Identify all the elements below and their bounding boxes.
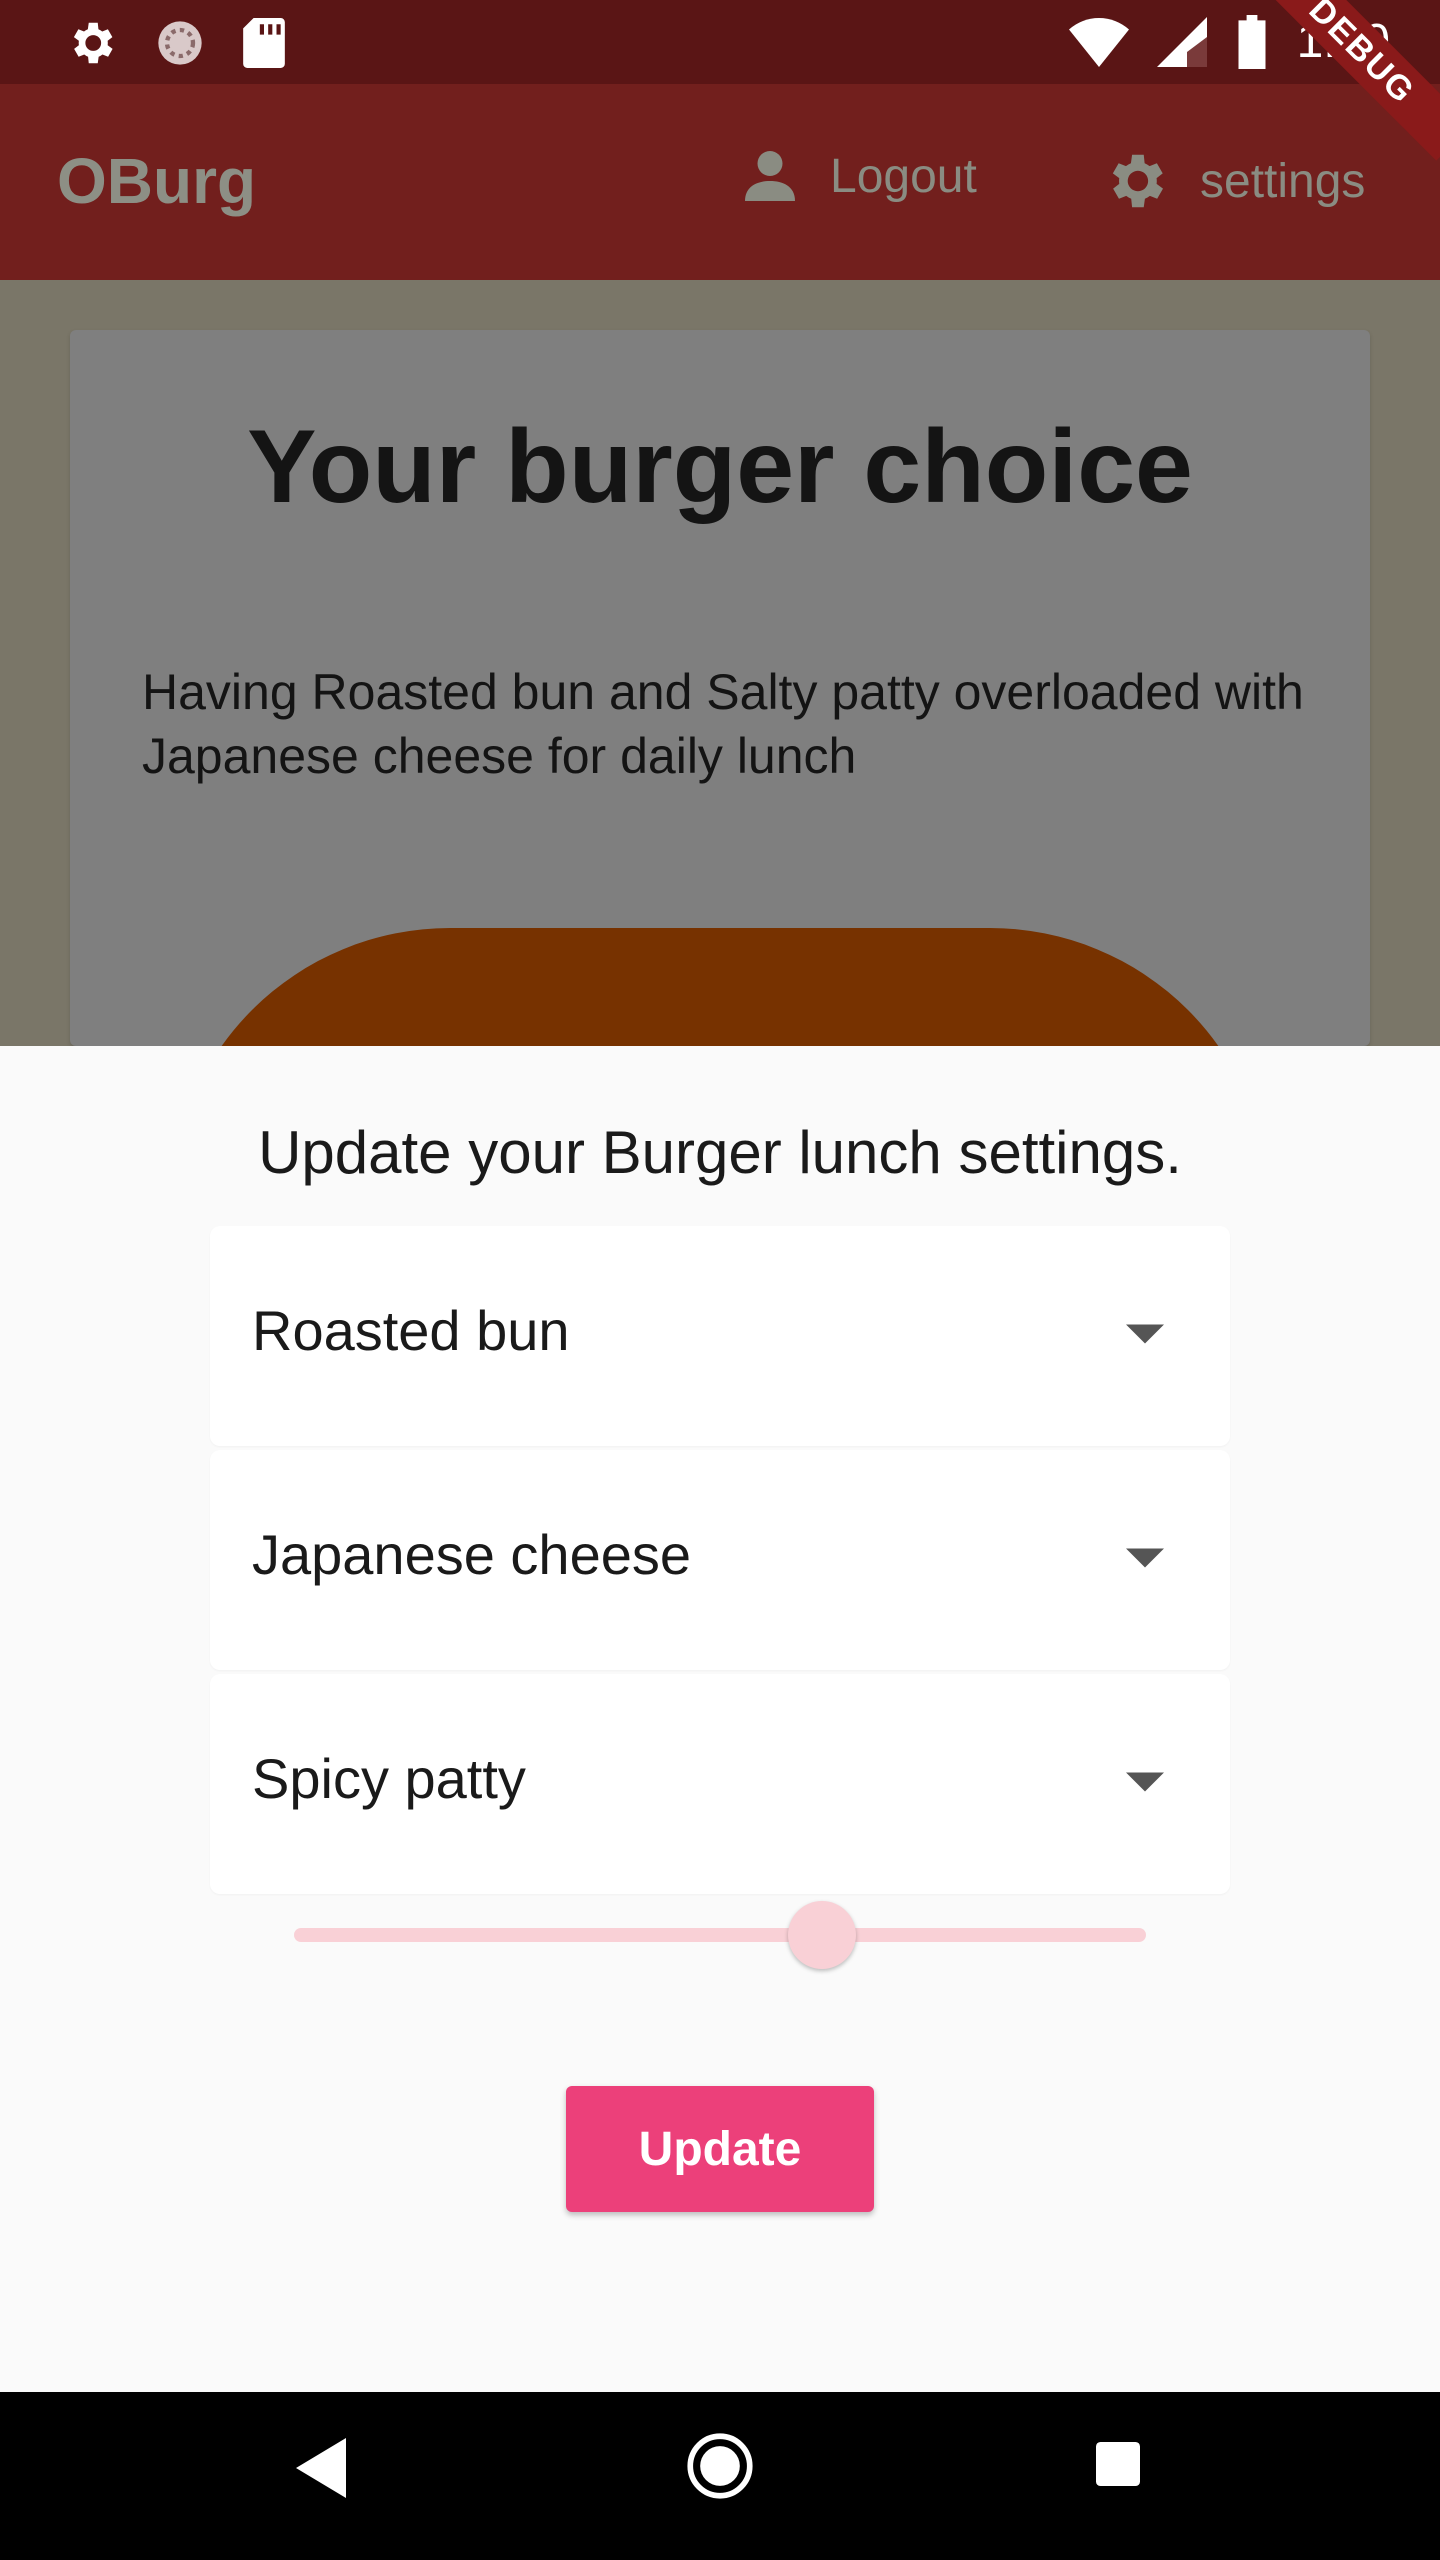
- status-bar: 1:00: [0, 0, 1440, 84]
- cheese-dropdown-value: Japanese cheese: [252, 1523, 692, 1586]
- card-description: Having Roasted bun and Salty patty overl…: [142, 664, 1304, 784]
- lunch-slider-thumb[interactable]: [788, 1901, 857, 1969]
- app-bar: OBurg Logout settings: [0, 84, 1440, 280]
- patty-dropdown-value: Spicy patty: [252, 1747, 526, 1810]
- back-icon[interactable]: [296, 2438, 346, 2498]
- recents-icon[interactable]: [1096, 2442, 1140, 2486]
- settings-button[interactable]: settings: [1100, 146, 1365, 216]
- bun-dropdown[interactable]: Roasted bun: [210, 1226, 1230, 1446]
- status-left-icons: [64, 16, 286, 70]
- loading-icon: [158, 21, 202, 65]
- gear-icon: [1112, 154, 1163, 208]
- sheet-title: Update your Burger lunch settings.: [258, 1119, 1182, 1186]
- burger-bun-image: [170, 928, 1270, 1046]
- cheese-dropdown[interactable]: Japanese cheese: [210, 1450, 1230, 1670]
- update-button[interactable]: Update: [566, 2086, 874, 2212]
- bun-dropdown-value: Roasted bun: [252, 1299, 570, 1362]
- gear-icon: [73, 22, 113, 64]
- settings-label: settings: [1200, 154, 1366, 208]
- signal-icon: [1156, 16, 1207, 67]
- dropdown-arrow-icon: [1126, 1548, 1164, 1568]
- app-title: OBurg: [57, 145, 257, 217]
- home-icon[interactable]: [686, 2432, 754, 2500]
- dropdown-arrow-icon: [1126, 1772, 1164, 1792]
- dropdown-arrow-icon: [1126, 1324, 1164, 1344]
- wifi-icon: [1068, 17, 1129, 67]
- logout-label: Logout: [830, 149, 977, 203]
- sd-card-icon: [243, 18, 285, 68]
- card-title: Your burger choice: [247, 409, 1193, 525]
- person-icon: [745, 151, 795, 201]
- burger-card: Your burger choice Having Roasted bun an…: [70, 330, 1370, 1046]
- battery-icon: [1238, 14, 1266, 69]
- patty-dropdown[interactable]: Spicy patty: [210, 1674, 1230, 1894]
- system-nav-bar: [0, 2392, 1440, 2560]
- logout-button[interactable]: Logout: [740, 146, 977, 206]
- lunch-slider-track[interactable]: [294, 1928, 1146, 1942]
